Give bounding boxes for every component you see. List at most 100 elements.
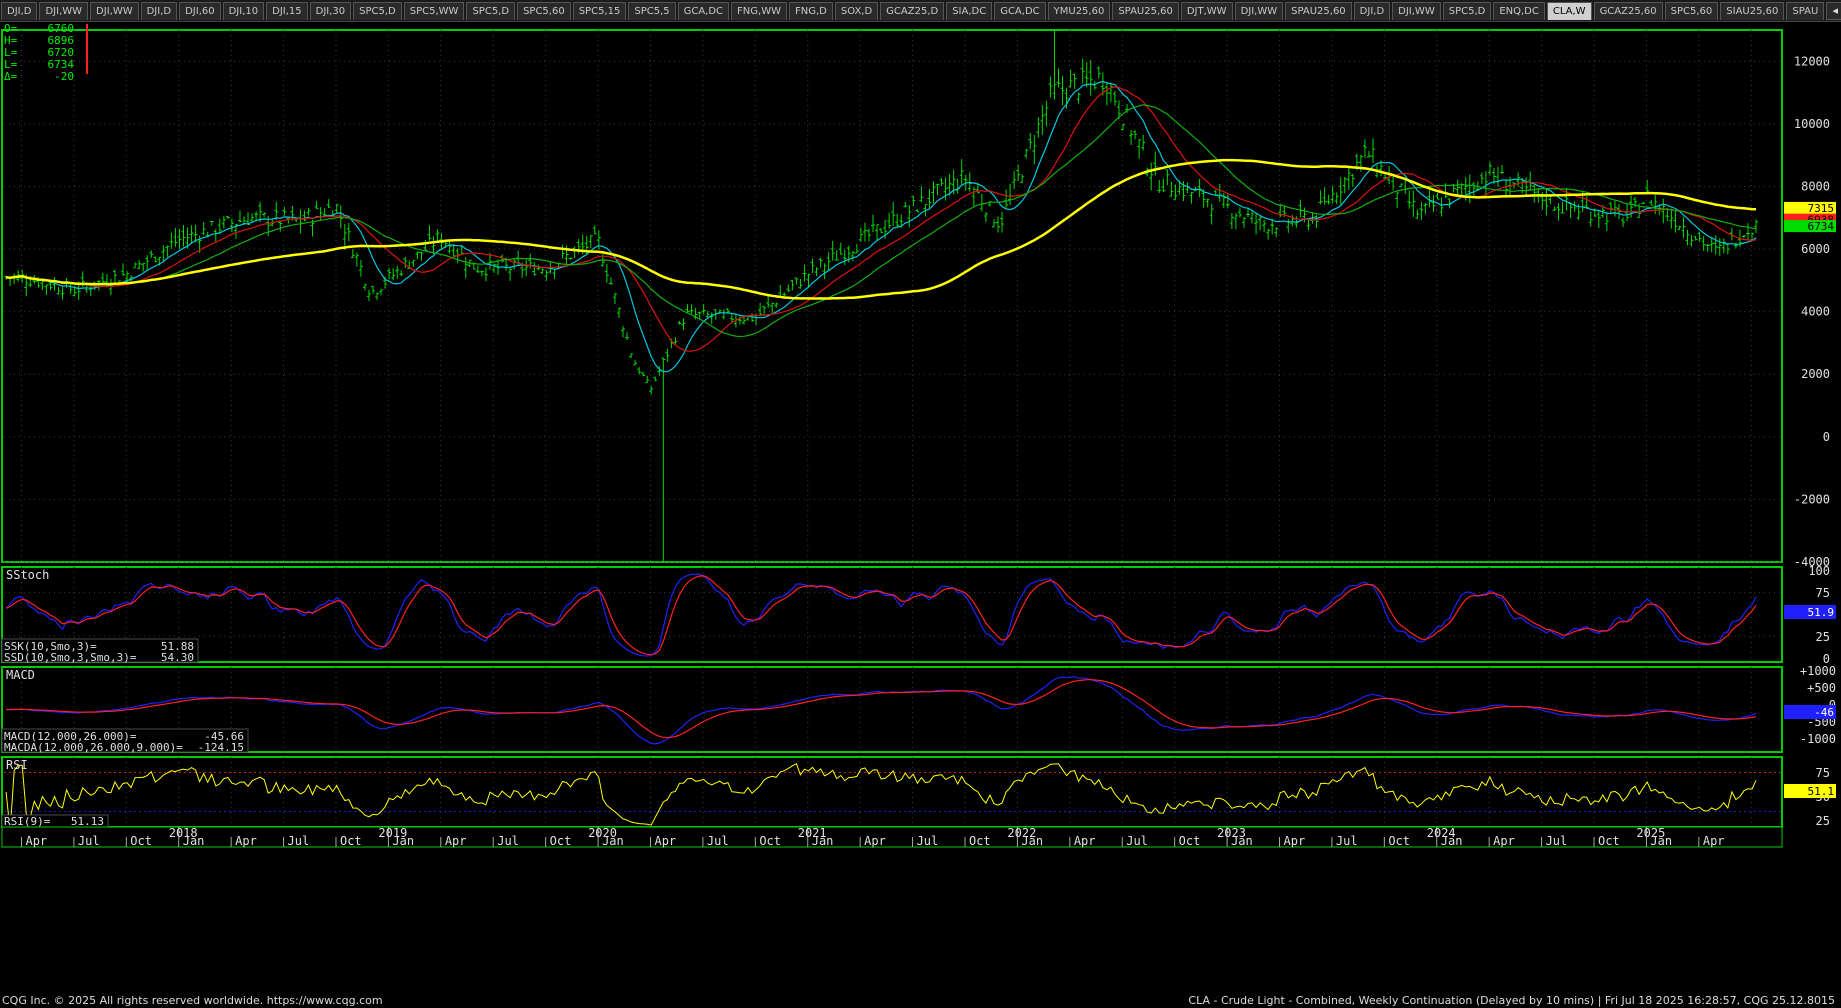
price-bar	[1697, 231, 1702, 242]
tab-dji-ww-27[interactable]: DJI,WW	[1392, 2, 1441, 20]
price-bar	[60, 287, 65, 300]
price-bar	[903, 201, 908, 208]
time-axis-month: Apr	[445, 834, 467, 848]
tab-dji-ww-2[interactable]: DJI,WW	[90, 2, 139, 20]
price-bar	[850, 251, 855, 262]
price-bar	[1741, 234, 1746, 239]
price-bar	[685, 304, 690, 313]
tab-ymu25-60-21[interactable]: YMU25,60	[1047, 2, 1111, 20]
price-bar	[391, 268, 396, 281]
tab-dji-d-26[interactable]: DJI,D	[1353, 2, 1391, 20]
tab-sox-d-17[interactable]: SOX,D	[834, 2, 879, 20]
price-bar	[834, 250, 839, 261]
tab-spc5-60-32[interactable]: SPC5,60	[1664, 2, 1719, 20]
price-bar	[133, 262, 138, 269]
price-bar	[1217, 184, 1222, 202]
price-bar	[326, 199, 331, 209]
price-bar	[770, 302, 775, 314]
price-bar	[1669, 208, 1674, 229]
tab-spc5-d-28[interactable]: SPC5,D	[1442, 2, 1492, 20]
price-bar	[1241, 217, 1246, 228]
tab-gca-dc-20[interactable]: GCA,DC	[994, 2, 1046, 20]
tab-dji-60-4[interactable]: DJI,60	[179, 2, 221, 20]
tab-spau25-60-22[interactable]: SPAU25,60	[1112, 2, 1179, 20]
tab-dji-15-6[interactable]: DJI,15	[266, 2, 308, 20]
price-bar	[1080, 58, 1085, 84]
price-bar	[44, 284, 49, 295]
sstoch-d-line	[5, 575, 1757, 656]
tab-spc5-60-11[interactable]: SPC5,60	[517, 2, 571, 20]
tab-gcaz25-d-18[interactable]: GCAZ25,D	[880, 2, 945, 20]
tab-spc5-15-12[interactable]: SPC5,15	[572, 2, 627, 20]
tab-spau-34[interactable]: SPAU	[1786, 2, 1825, 20]
tab-sia-dc-19[interactable]: SIA,DC	[946, 2, 993, 20]
tab-gcaz25-60-31[interactable]: GCAZ25,60	[1593, 2, 1663, 20]
time-axis-month: Jul	[1336, 834, 1358, 848]
tab-enq-dc-29[interactable]: ENQ,DC	[1493, 2, 1545, 20]
price-axis-label: -2000	[1794, 492, 1830, 506]
price-bar	[959, 159, 964, 185]
tab-dji-ww-24[interactable]: DJI,WW	[1234, 2, 1284, 20]
tab-djt-ww-23[interactable]: DJT,WW	[1180, 2, 1233, 20]
price-bar	[774, 302, 779, 309]
price-bar	[1419, 202, 1424, 220]
tab-dji-10-5[interactable]: DJI,10	[222, 2, 265, 20]
price-bar	[371, 285, 376, 294]
time-axis-month: Jul	[707, 834, 729, 848]
tab-gca-dc-14[interactable]: GCA,DC	[677, 2, 730, 20]
price-bar	[895, 213, 900, 228]
tab-dji-ww-1[interactable]: DJI,WW	[39, 2, 89, 20]
price-bar	[1298, 199, 1303, 218]
price-bar	[1415, 209, 1420, 219]
price-bar	[1604, 212, 1609, 231]
price-bar	[887, 212, 892, 229]
time-axis-year: 2022	[1007, 826, 1036, 840]
price-bar	[1407, 190, 1412, 209]
tab-fng-ww-15[interactable]: FNG,WW	[731, 2, 787, 20]
price-bar	[907, 205, 912, 228]
price-bar	[1016, 164, 1021, 181]
price-bar	[540, 267, 545, 275]
price-bar	[1346, 166, 1351, 190]
chart-area[interactable]: 120001000080006000400020000-2000-4000731…	[0, 22, 1841, 992]
tab-dji-30-7[interactable]: DJI,30	[309, 2, 352, 20]
price-bar	[12, 273, 17, 284]
price-bar	[403, 257, 408, 268]
tab-siau25-60-33[interactable]: SIAU25,60	[1720, 2, 1785, 20]
tab-dji-d-0[interactable]: DJI,D	[1, 2, 38, 20]
price-bar	[1205, 198, 1210, 208]
time-axis-month: Oct	[1179, 834, 1201, 848]
rsi-line	[5, 762, 1757, 831]
tab-fng-d-16[interactable]: FNG,D	[788, 2, 833, 20]
price-bar	[181, 225, 186, 247]
time-axis-month: Jul	[917, 834, 939, 848]
price-bar	[608, 277, 613, 285]
price-bar	[1020, 174, 1025, 184]
price-bar	[302, 210, 307, 222]
price-bar	[1137, 139, 1142, 159]
macd-axis-label: +1000	[1800, 664, 1836, 678]
tab-spau25-60-25[interactable]: SPAU25,60	[1285, 2, 1352, 20]
price-bar	[1455, 179, 1460, 195]
time-axis-month: Oct	[1388, 834, 1410, 848]
price-bar	[786, 284, 791, 293]
time-axis-year: 2024	[1427, 826, 1456, 840]
price-bar	[1435, 192, 1440, 200]
tab-spc5-ww-9[interactable]: SPC5,WW	[403, 2, 465, 20]
time-axis-month: Oct	[969, 834, 991, 848]
price-bar	[810, 258, 815, 274]
price-bar	[1008, 183, 1013, 206]
macd-tag-value: -46	[1814, 706, 1834, 719]
tab-spc5-5-13[interactable]: SPC5,5	[628, 2, 676, 20]
price-bar	[508, 266, 513, 281]
tab-scroll-left-icon[interactable]: ◂	[1826, 2, 1841, 20]
time-axis-month: Apr	[654, 834, 676, 848]
tab-spc5-d-10[interactable]: SPC5,D	[466, 2, 516, 20]
tab-spc5-d-8[interactable]: SPC5,D	[353, 2, 402, 20]
tab-cla-w-30[interactable]: CLA,W	[1546, 2, 1592, 20]
price-bar	[1395, 192, 1400, 209]
time-axis-month: Oct	[1598, 834, 1620, 848]
tab-dji-d-3[interactable]: DJI,D	[140, 2, 178, 20]
price-bar	[1705, 243, 1710, 252]
price-bar	[572, 246, 577, 259]
